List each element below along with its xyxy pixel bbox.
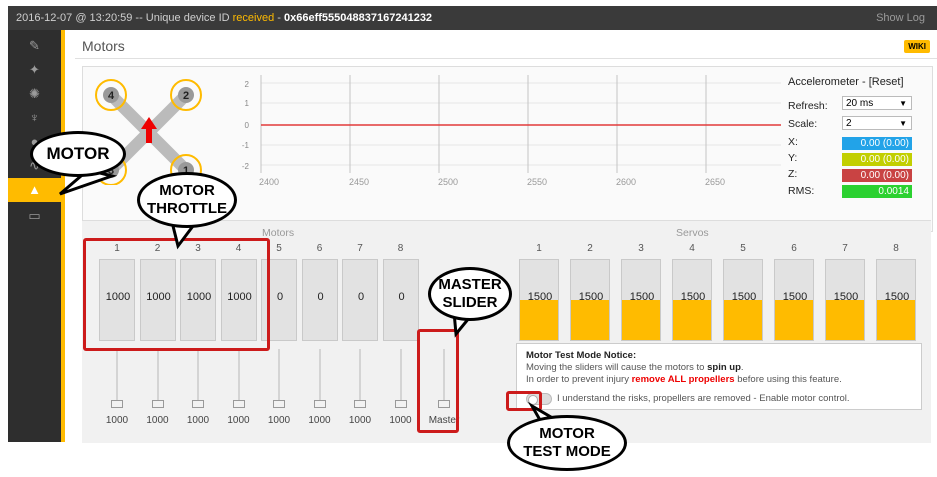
callout-tails xyxy=(59,168,562,422)
callout-motor-throttle: MOTOR THROTTLE xyxy=(137,172,237,228)
callout-motor: MOTOR xyxy=(30,131,126,177)
callout-master-slider: MASTER SLIDER xyxy=(428,267,512,321)
callout-motor-test-mode: MOTOR TEST MODE xyxy=(507,415,627,471)
